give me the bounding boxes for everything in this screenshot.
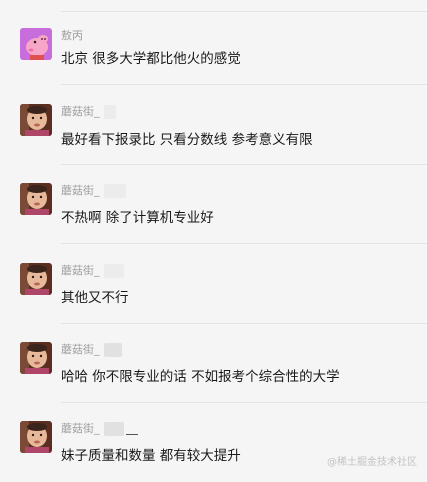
- sender-name-text: 蘑菇街_: [61, 422, 100, 435]
- avatar-child-photo-icon[interactable]: [20, 342, 52, 374]
- chat-history-page: 敖丙 北京 很多大学都比他火的感觉 蘑菇街_ 最好看下报录比 只看分数线 参考意…: [0, 0, 427, 482]
- divider: [61, 323, 427, 324]
- name-underline-mark: [125, 434, 138, 435]
- sender-name: 敖丙: [61, 29, 83, 43]
- sender-name-text: 蘑菇街_: [61, 264, 100, 277]
- message-text: 北京 很多大学都比他火的感觉: [61, 51, 241, 67]
- divider: [61, 243, 427, 244]
- message-text: 妹子质量和数量 都有较大提升: [61, 448, 241, 464]
- sender-name-text: 蘑菇街_: [61, 184, 100, 197]
- redacted-name-mask: [103, 264, 124, 278]
- sender-name: 蘑菇街_: [61, 422, 138, 436]
- sender-name-text: 蘑菇街_: [61, 105, 100, 118]
- message-text: 哈哈 你不限专业的话 不如报考个综合性的大学: [61, 369, 340, 385]
- sender-name: 蘑菇街_: [61, 184, 126, 198]
- divider: [61, 164, 427, 165]
- sender-name-text: 敖丙: [61, 29, 83, 42]
- divider: [61, 11, 427, 12]
- message-text: 不热啊 除了计算机专业好: [61, 210, 214, 226]
- avatar-child-photo-icon[interactable]: [20, 183, 52, 215]
- redacted-name-mask: [103, 184, 126, 198]
- avatar-child-photo-icon[interactable]: [20, 263, 52, 295]
- watermark: @稀土掘金技术社区: [327, 457, 417, 468]
- avatar-peppa-pig-icon[interactable]: [20, 28, 52, 60]
- sender-name: 蘑菇街_: [61, 343, 122, 357]
- redacted-name-mask: [103, 105, 116, 119]
- redacted-name-mask: [103, 422, 124, 436]
- message-text: 最好看下报录比 只看分数线 参考意义有限: [61, 132, 313, 148]
- message-text: 其他又不行: [61, 290, 129, 306]
- divider: [61, 84, 427, 85]
- redacted-name-mask: [103, 343, 122, 357]
- avatar-child-photo-icon[interactable]: [20, 421, 52, 453]
- sender-name: 蘑菇街_: [61, 105, 116, 119]
- sender-name-text: 蘑菇街_: [61, 343, 100, 356]
- sender-name: 蘑菇街_: [61, 264, 124, 278]
- avatar-child-photo-icon[interactable]: [20, 104, 52, 136]
- divider: [61, 402, 427, 403]
